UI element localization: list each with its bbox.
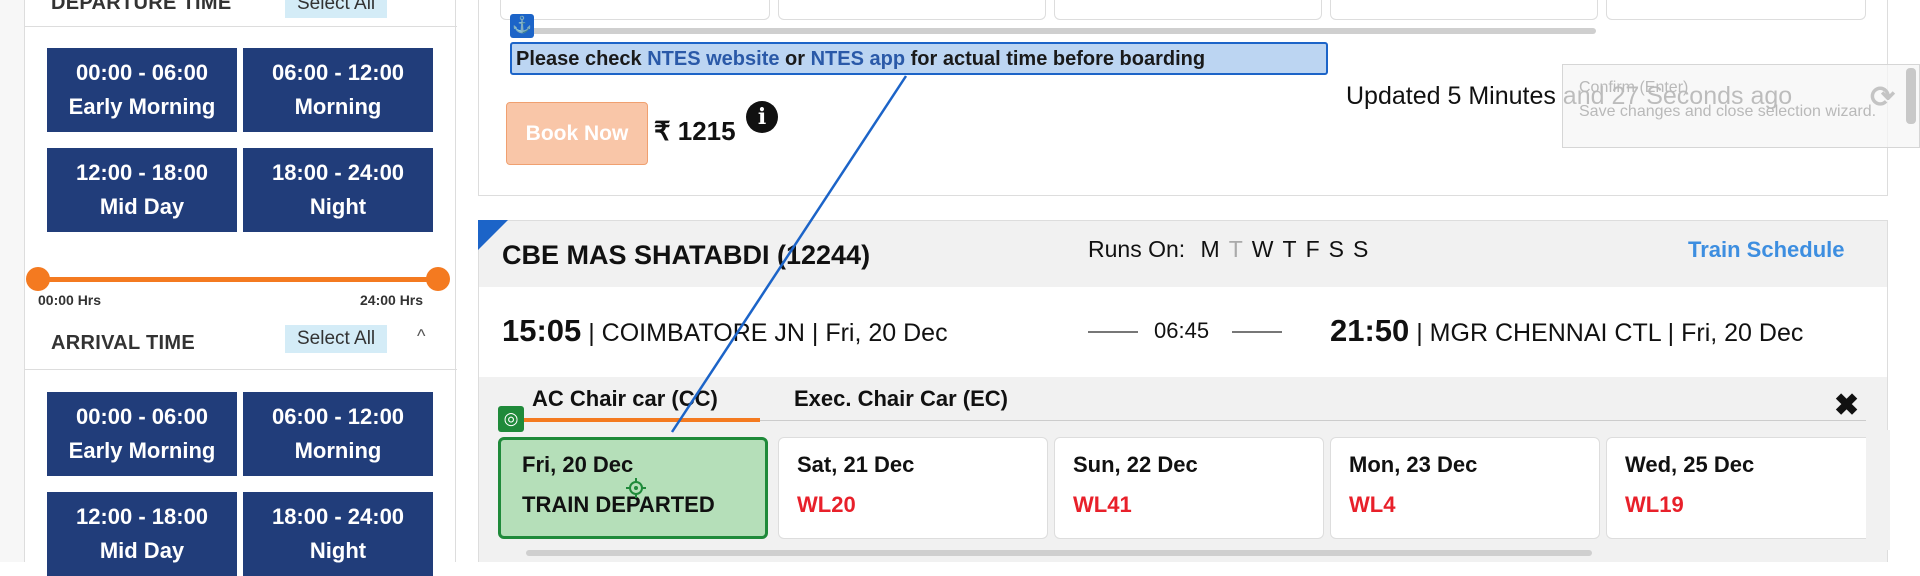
chevron-up-icon[interactable]: ^ bbox=[417, 326, 425, 347]
ntes-app-link[interactable]: NTES app bbox=[811, 48, 905, 70]
departure-slot-early-morning[interactable]: 00:00 - 06:00 Early Morning bbox=[47, 48, 237, 132]
duration-line bbox=[1232, 331, 1282, 333]
book-now-button[interactable]: Book Now bbox=[506, 102, 648, 165]
arrival-select-all-button[interactable]: Select All bbox=[285, 325, 388, 353]
date-tile[interactable]: Wed, 25 Dec WL19 bbox=[1606, 437, 1876, 539]
tile-overflow-clip bbox=[1866, 430, 1890, 550]
slot-time: 18:00 - 24:00 bbox=[271, 160, 405, 185]
tile-date: Sun, 22 Dec bbox=[1073, 452, 1198, 477]
tab-ac-chair-car[interactable]: AC Chair car (CC) bbox=[532, 386, 718, 412]
divider bbox=[25, 369, 457, 370]
vertical-scrollbar-thumb[interactable] bbox=[1906, 68, 1916, 124]
tile-status: WL19 bbox=[1625, 492, 1684, 517]
horizontal-scrollbar[interactable] bbox=[526, 28, 1596, 34]
run-day: F bbox=[1305, 236, 1320, 262]
slot-time: 12:00 - 18:00 bbox=[75, 504, 209, 529]
active-tab-underline bbox=[516, 418, 760, 422]
tab-exec-chair-car[interactable]: Exec. Chair Car (EC) bbox=[794, 386, 1008, 412]
train-schedule-link[interactable]: Train Schedule bbox=[1688, 237, 1845, 263]
arrival-slot-early-morning[interactable]: 00:00 - 06:00 Early Morning bbox=[47, 392, 237, 476]
arrival-time-title: ARRIVAL TIME bbox=[51, 332, 195, 354]
date-tiles-scrollbar[interactable] bbox=[526, 550, 1592, 556]
tile-date: Mon, 23 Dec bbox=[1349, 452, 1478, 477]
slot-time: 06:00 - 12:00 bbox=[271, 60, 405, 85]
departure-time: 15:05 bbox=[502, 313, 582, 348]
slot-time: 00:00 - 06:00 bbox=[75, 60, 209, 85]
slot-time: 12:00 - 18:00 bbox=[75, 160, 209, 185]
date-tile[interactable] bbox=[1054, 0, 1322, 20]
tile-date: Fri, 20 Dec bbox=[522, 452, 634, 477]
tile-date: Wed, 25 Dec bbox=[1625, 452, 1755, 477]
anchor-icon: ⚓ bbox=[510, 14, 534, 38]
run-day: M bbox=[1200, 236, 1220, 262]
arrival-info: 21:50 | MGR CHENNAI CTL | Fri, 20 Dec bbox=[1330, 313, 1803, 349]
arrival-time: 21:50 bbox=[1330, 313, 1410, 348]
departure-slot-night[interactable]: 18:00 - 24:00 Night bbox=[243, 148, 433, 232]
date-tile[interactable] bbox=[1606, 0, 1866, 20]
duration-line bbox=[1088, 331, 1138, 333]
run-day: W bbox=[1251, 236, 1274, 262]
slot-time: 18:00 - 24:00 bbox=[271, 504, 405, 529]
arrival-station: | MGR CHENNAI CTL | Fri, 20 Dec bbox=[1409, 319, 1804, 347]
tooltip-title: Confirm (Enter) bbox=[1579, 79, 1689, 96]
tile-date: Sat, 21 Dec bbox=[797, 452, 915, 477]
confirm-tooltip: Confirm (Enter) Save changes and close s… bbox=[1562, 64, 1920, 148]
run-day: T bbox=[1228, 236, 1243, 262]
divider bbox=[25, 26, 457, 27]
slot-label: Morning bbox=[294, 438, 382, 463]
journey-duration: 06:45 bbox=[1154, 318, 1210, 343]
ntes-website-link[interactable]: NTES website bbox=[647, 48, 779, 70]
slot-label: Night bbox=[309, 538, 367, 563]
runs-on: Runs On: MTWTFSS bbox=[1088, 236, 1368, 263]
target-icon: ◎ bbox=[498, 406, 524, 432]
slot-time: 00:00 - 06:00 bbox=[75, 404, 209, 429]
slider-end-handle[interactable] bbox=[426, 267, 450, 291]
departure-time-title: DEPARTURE TIME bbox=[51, 0, 232, 14]
slot-label: Early Morning bbox=[68, 94, 216, 119]
departure-station: | COIMBATORE JN | Fri, 20 Dec bbox=[581, 319, 948, 347]
slot-label: Early Morning bbox=[68, 438, 216, 463]
train-name: CBE MAS SHATABDI (12244) bbox=[502, 240, 871, 270]
departure-slot-mid-day[interactable]: 12:00 - 18:00 Mid Day bbox=[47, 148, 237, 232]
slider-start-handle[interactable] bbox=[26, 267, 50, 291]
slot-label: Night bbox=[309, 194, 367, 219]
slot-label: Mid Day bbox=[99, 194, 185, 219]
filter-panel: DEPARTURE TIME Select All 00:00 - 06:00 … bbox=[0, 0, 457, 576]
tile-status: WL20 bbox=[797, 492, 856, 517]
run-day: S bbox=[1352, 236, 1369, 262]
date-tile[interactable] bbox=[500, 0, 770, 20]
notice-text: for actual time before boarding bbox=[905, 48, 1206, 70]
date-tile[interactable]: Mon, 23 Dec WL4 bbox=[1330, 437, 1600, 539]
arrival-slot-mid-day[interactable]: 12:00 - 18:00 Mid Day bbox=[47, 492, 237, 576]
slot-label: Mid Day bbox=[99, 538, 185, 563]
ntes-notice: Please check NTES website or NTES app fo… bbox=[510, 42, 1328, 75]
runs-on-label: Runs On: bbox=[1088, 236, 1186, 262]
notice-text: Please check bbox=[516, 48, 648, 70]
info-icon[interactable]: i bbox=[746, 101, 778, 133]
slot-time: 06:00 - 12:00 bbox=[271, 404, 405, 429]
slot-label: Morning bbox=[294, 94, 382, 119]
departure-time-slider-track[interactable] bbox=[38, 277, 440, 282]
date-tile[interactable] bbox=[1330, 0, 1598, 20]
departure-info: 15:05 | COIMBATORE JN | Fri, 20 Dec bbox=[502, 313, 948, 349]
departure-select-all-button[interactable]: Select All bbox=[285, 0, 388, 18]
tile-status: WL4 bbox=[1349, 492, 1396, 517]
close-icon[interactable]: ✖ bbox=[1834, 388, 1859, 423]
arrival-slot-morning[interactable]: 06:00 - 12:00 Morning bbox=[243, 392, 433, 476]
run-day: T bbox=[1282, 236, 1297, 262]
arrival-slot-night[interactable]: 18:00 - 24:00 Night bbox=[243, 492, 433, 576]
notice-text: or bbox=[779, 48, 811, 70]
fare-price: ₹ 1215 bbox=[654, 116, 736, 146]
date-tile[interactable]: Sun, 22 Dec WL41 bbox=[1054, 437, 1324, 539]
tile-status: WL41 bbox=[1073, 492, 1132, 517]
slider-end-label: 24:00 Hrs bbox=[360, 292, 424, 308]
crosshair-icon bbox=[626, 478, 646, 498]
date-tile[interactable]: Sat, 21 Dec WL20 bbox=[778, 437, 1048, 539]
run-day: S bbox=[1328, 236, 1344, 262]
tab-divider bbox=[760, 420, 1866, 421]
slider-start-label: 00:00 Hrs bbox=[38, 292, 102, 308]
departure-slot-morning[interactable]: 06:00 - 12:00 Morning bbox=[243, 48, 433, 132]
tooltip-description: Save changes and close selection wizard. bbox=[1579, 103, 1877, 120]
date-tile[interactable] bbox=[778, 0, 1046, 20]
